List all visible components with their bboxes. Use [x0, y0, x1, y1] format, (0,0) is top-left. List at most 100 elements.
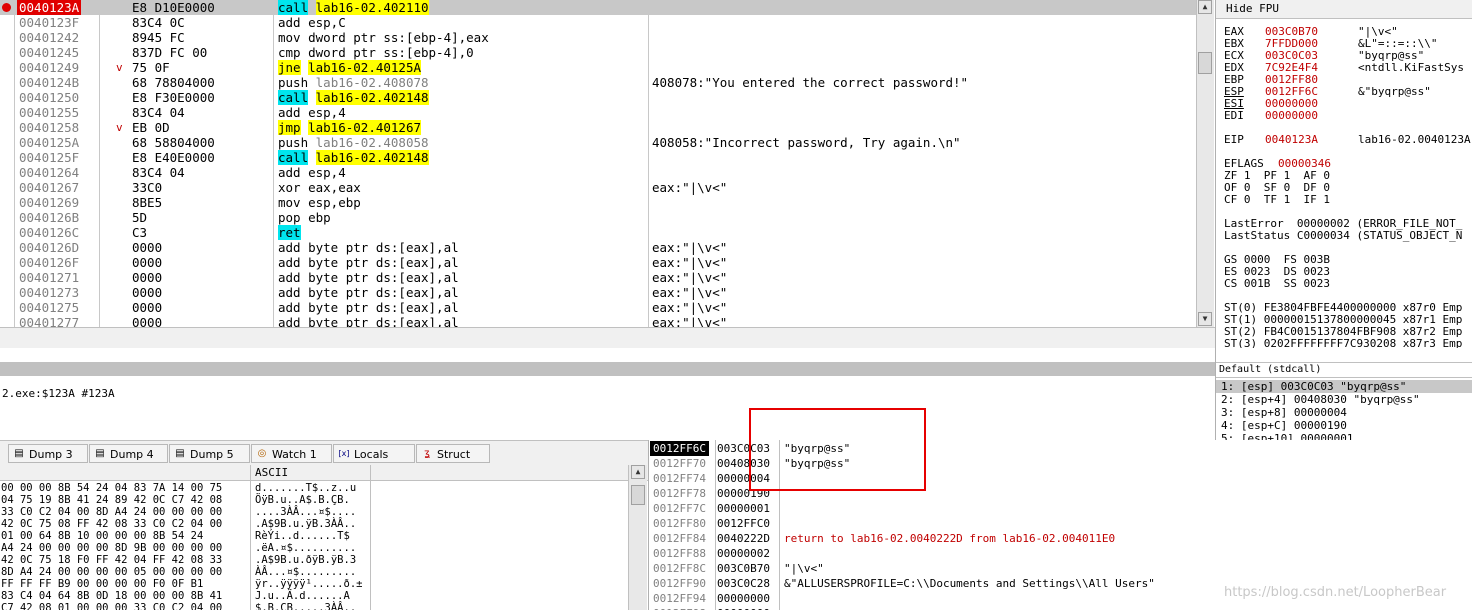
disasm-row[interactable]: 00401258 v EB 0D jmp lab16-02.401267 [0, 120, 1196, 135]
memory-dump-view[interactable]: ASCII 00 00 00 8B 54 24 04 83 7A 14 00 7… [0, 465, 648, 610]
register-value[interactable]: 00000000 [1265, 110, 1318, 122]
disasm-row[interactable]: 0040126B 5D pop ebp [0, 210, 1196, 225]
stack-row[interactable]: 0012FF80 0012FFC0 [649, 516, 1472, 531]
stack-row[interactable]: 0012FF88 00000002 [649, 546, 1472, 561]
mnemonic: pop [278, 210, 301, 225]
stack-address: 0012FF74 [653, 472, 706, 485]
tab-locals[interactable]: [x] Locals [333, 444, 415, 463]
tab-struct[interactable]: ʓ Struct [416, 444, 490, 463]
instruction-text: add byte ptr ds:[eax],al [278, 315, 459, 327]
operand: byte ptr ds:[eax],al [308, 285, 459, 300]
disassembly-scrollbar[interactable]: ▲ ▼ [1196, 0, 1214, 327]
tab-dump-3[interactable]: ▤ Dump 3 [8, 444, 88, 463]
dump-header: ASCII [0, 465, 648, 481]
instruction-text: add byte ptr ds:[eax],al [278, 285, 459, 300]
watch-icon: ◎ [257, 448, 267, 459]
disasm-row[interactable]: 0040123A E8 D10E0000 call lab16-02.402110 [0, 0, 1196, 15]
call-argument-row[interactable]: 3: [esp+8] 00000004 [1221, 406, 1347, 419]
tab-watch-1[interactable]: ◎ Watch 1 [251, 444, 332, 463]
instruction-text: call lab16-02.402148 [278, 150, 429, 165]
struct-icon: ʓ [424, 448, 430, 459]
mnemonic: add [278, 255, 301, 270]
dump-ascii: .A$9B.u.ðÿB.ÿB.3 [255, 554, 357, 566]
call-argument-row[interactable]: 4: [esp+C] 00000190 [1221, 419, 1347, 432]
disasm-row[interactable]: 00401250 E8 F30E0000 call lab16-02.402148 [0, 90, 1196, 105]
mnemonic: call [278, 90, 309, 105]
stack-row[interactable]: 0012FF98 00000000 [649, 606, 1472, 610]
disasm-row[interactable]: 00401255 83C4 04 add esp,4 [0, 105, 1196, 120]
disasm-row[interactable]: 00401271 0000 add byte ptr ds:[eax],al eax:… [0, 270, 1196, 285]
disassembly-view[interactable]: 0040123A E8 D10E0000 call lab16-02.402110 0… [0, 0, 1196, 327]
instruction-bytes: 837D FC 00 [132, 45, 208, 60]
operand: lab16-02.408058 [315, 135, 429, 150]
stack-address: 0012FF6C [650, 441, 709, 456]
disasm-row[interactable]: 00401275 0000 add byte ptr ds:[eax],al eax:… [0, 300, 1196, 315]
disasm-row[interactable]: 00401273 0000 add byte ptr ds:[eax],al eax:… [0, 285, 1196, 300]
dump-hex: A4 24 00 00 00 00 8D 9B 00 00 00 00 [1, 542, 223, 554]
instruction-text: call lab16-02.402110 [278, 0, 429, 15]
disasm-row[interactable]: 00401269 8BE5 mov esp,ebp [0, 195, 1196, 210]
stack-value: 0012FFC0 [717, 517, 770, 530]
mnemonic: add [278, 240, 301, 255]
instruction-text: cmp dword ptr ss:[ebp-4],0 [278, 45, 474, 60]
mnemonic: call [278, 150, 309, 165]
call-argument-row[interactable]: 1: [esp] 003C0C03 "byqrp@ss" [1216, 380, 1472, 393]
calling-convention-select[interactable]: Default (stdcall) [1216, 362, 1472, 378]
register-name: EDI [1224, 109, 1244, 122]
stack-row[interactable]: 0012FF84 0040222D return to lab16-02.00402… [649, 531, 1472, 546]
operand: ebp [308, 210, 331, 225]
mnemonic: add [278, 165, 301, 180]
dump-scrollbar[interactable]: ▲ [628, 465, 647, 610]
disasm-row[interactable]: 00401267 33C0 xor eax,eax eax:"|\v<" [0, 180, 1196, 195]
scroll-thumb[interactable] [631, 485, 645, 505]
call-argument-row[interactable]: 2: [esp+4] 00408030 "byqrp@ss" [1221, 393, 1420, 406]
instruction-address: 00401264 [19, 165, 80, 180]
instruction-text: ret [278, 225, 308, 240]
dump-ascii: J.u..Ä.d......A [255, 590, 350, 602]
breakpoint-icon[interactable] [2, 3, 11, 12]
disasm-row[interactable]: 0040126C C3 ret [0, 225, 1196, 240]
dump-ascii: d.......T$..z..u [255, 482, 357, 494]
disasm-row[interactable]: 0040125A 68 58804000 push lab16-02.408058 4… [0, 135, 1196, 150]
instruction-text: add byte ptr ds:[eax],al [278, 300, 459, 315]
register-value[interactable]: 0040123A [1265, 134, 1318, 146]
stack-row[interactable]: 0012FF7C 00000001 [649, 501, 1472, 516]
scroll-thumb[interactable] [1198, 52, 1212, 74]
disasm-row[interactable]: 0040125F E8 E40E0000 call lab16-02.402148 [0, 150, 1196, 165]
disasm-row[interactable]: 00401245 837D FC 00 cmp dword ptr ss:[ebp-… [0, 45, 1196, 60]
tab-dump-5[interactable]: ▤ Dump 5 [169, 444, 250, 463]
hide-fpu-button[interactable]: Hide FPU [1216, 0, 1472, 19]
disasm-row[interactable]: 0040124B 68 78804000 push lab16-02.408078 4… [0, 75, 1196, 90]
dump-hex: 83 C4 04 64 8B 0D 18 00 00 00 8B 41 [1, 590, 223, 602]
instruction-bytes: E8 F30E0000 [132, 90, 215, 105]
flags-row[interactable]: CF 0 TF 1 IF 1 [1224, 194, 1330, 206]
operand: byte ptr ds:[eax],al [308, 300, 459, 315]
disasm-row[interactable]: 00401264 83C4 04 add esp,4 [0, 165, 1196, 180]
tab-dump-4[interactable]: ▤ Dump 4 [89, 444, 168, 463]
instruction-bytes: 0000 [132, 240, 163, 255]
disasm-row[interactable]: 0040126F 0000 add byte ptr ds:[eax],al eax:… [0, 255, 1196, 270]
operand: esp,4 [308, 165, 346, 180]
dump-hex: 33 C0 C2 04 00 8D A4 24 00 00 00 00 [1, 506, 223, 518]
mnemonic: push [278, 75, 309, 90]
instruction-bytes: 83C4 0C [132, 15, 185, 30]
scroll-down-icon[interactable]: ▼ [1198, 312, 1212, 326]
disasm-row[interactable]: 00401242 8945 FC mov dword ptr ss:[ebp-4],… [0, 30, 1196, 45]
instruction-bytes: 8BE5 [132, 195, 163, 210]
instruction-address: 00401258 [19, 120, 80, 135]
dump-ascii: .ëA.¤$.......... [255, 542, 357, 554]
instruction-bytes: 33C0 [132, 180, 163, 195]
operand: eax,eax [308, 180, 361, 195]
instruction-address: 0040124B [19, 75, 80, 90]
scroll-up-icon[interactable]: ▲ [1198, 0, 1212, 14]
scroll-up-icon[interactable]: ▲ [631, 465, 645, 479]
pane-separator[interactable] [0, 362, 1215, 376]
mnemonic: add [278, 15, 301, 30]
disasm-row[interactable]: 00401277 0000 add byte ptr ds:[eax],al eax:… [0, 315, 1196, 327]
stack-row[interactable]: 0012FF8C 003C0B70 "|\v<" [649, 561, 1472, 576]
instruction-bytes: 0000 [132, 300, 163, 315]
register-name: EIP [1224, 133, 1244, 146]
disasm-row[interactable]: 0040126D 0000 add byte ptr ds:[eax],al eax:… [0, 240, 1196, 255]
disasm-row[interactable]: 00401249 v 75 0F jne lab16-02.40125A [0, 60, 1196, 75]
disasm-row[interactable]: 0040123F 83C4 0C add esp,C [0, 15, 1196, 30]
